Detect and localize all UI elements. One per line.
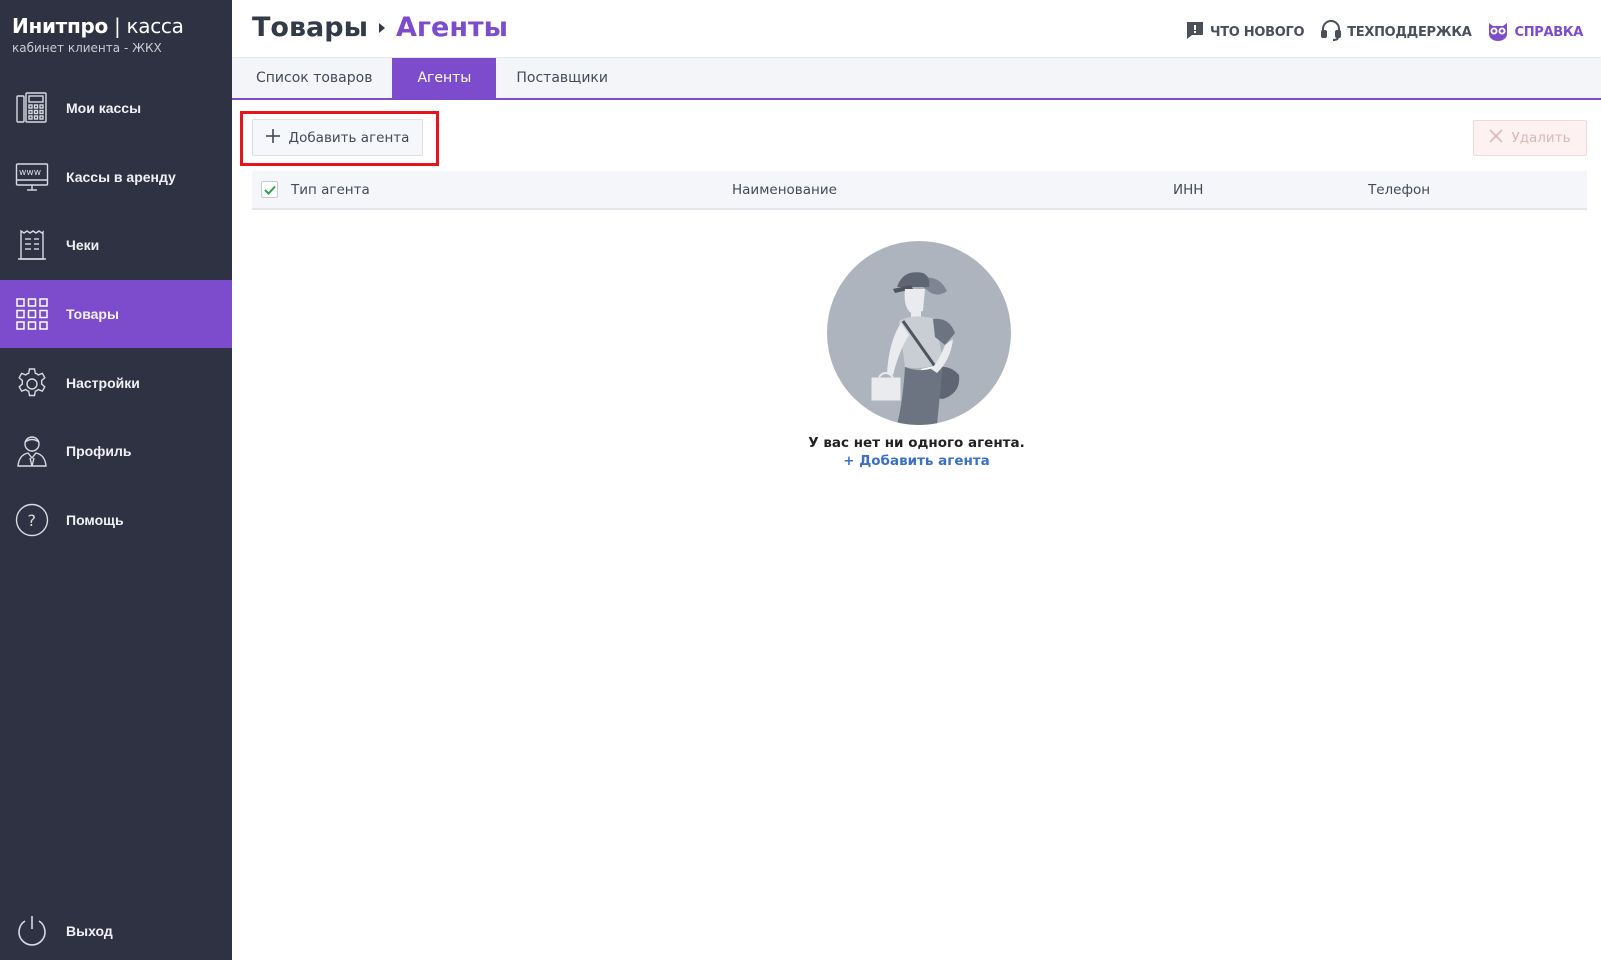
column-name[interactable]: Наименование <box>732 182 837 198</box>
owl-icon <box>1487 19 1509 45</box>
tabs-bar: Список товаров Агенты Поставщики <box>232 58 1601 100</box>
sidebar-item-rental-registers[interactable]: www Кассы в аренду <box>0 143 232 212</box>
breadcrumb-root[interactable]: Товары <box>252 12 368 43</box>
logout-label: Выход <box>66 923 113 939</box>
svg-text:www: www <box>19 168 41 178</box>
delete-button[interactable]: Удалить <box>1473 120 1587 156</box>
support-link[interactable]: ТЕХПОДДЕРЖКА <box>1320 19 1472 45</box>
sidebar: Инитпро | касса кабинет клиента - ЖКХ Мо… <box>0 0 232 960</box>
sidebar-item-label: Мои кассы <box>66 100 142 117</box>
sidebar-item-settings[interactable]: Настройки <box>0 348 232 417</box>
column-agent-type[interactable]: Тип агента <box>291 182 370 198</box>
brand-subtitle: кабинет клиента - ЖКХ <box>12 41 162 55</box>
sidebar-item-label: Помощь <box>66 511 124 528</box>
delete-label: Удалить <box>1511 130 1571 146</box>
brand-product: касса <box>126 14 184 38</box>
svg-text:?: ? <box>28 511 37 530</box>
brand: Инитпро | касса кабинет клиента - ЖКХ <box>0 0 232 74</box>
breadcrumb-current: Агенты <box>396 12 509 43</box>
sidebar-item-my-registers[interactable]: Мои кассы <box>0 74 232 143</box>
logout-button[interactable]: Выход <box>0 902 232 960</box>
grid-icon <box>14 296 50 332</box>
sidebar-item-label: Кассы в аренду <box>66 168 176 185</box>
breadcrumb: Товары Агенты <box>252 12 508 43</box>
header-links: ЧТО НОВОГО ТЕХПОДДЕРЖКА СПРАВКА <box>1185 19 1583 45</box>
sidebar-nav: Мои кассы www Кассы в аренду Чеки Товары… <box>0 74 232 554</box>
help-icon: ? <box>14 502 50 538</box>
sidebar-item-label: Профиль <box>66 443 132 460</box>
sidebar-item-label: Чеки <box>66 237 100 254</box>
sidebar-item-label: Товары <box>66 306 119 323</box>
add-agent-label: Добавить агента <box>288 129 410 146</box>
tab-agents[interactable]: Агенты <box>392 58 497 98</box>
tab-suppliers[interactable]: Поставщики <box>496 58 628 98</box>
courier-illustration <box>826 241 1011 425</box>
close-icon <box>1489 129 1504 147</box>
brand-title: Инитпро | касса <box>12 14 220 38</box>
empty-state-add-link[interactable]: + Добавить агента <box>843 453 990 469</box>
cash-register-icon <box>14 90 50 126</box>
headset-icon <box>1320 19 1342 45</box>
tab-goods-list[interactable]: Список товаров <box>236 58 392 98</box>
sidebar-item-receipts[interactable]: Чеки <box>0 211 232 280</box>
user-icon <box>14 433 50 469</box>
column-inn[interactable]: ИНН <box>1173 182 1203 198</box>
news-icon <box>1185 20 1205 44</box>
sidebar-item-label: Настройки <box>66 374 140 391</box>
power-icon <box>14 913 50 949</box>
chevron-right-icon <box>378 22 386 33</box>
plus-icon <box>265 128 280 147</box>
whats-new-link[interactable]: ЧТО НОВОГО <box>1185 20 1305 44</box>
add-agent-button[interactable]: Добавить агента <box>252 119 423 156</box>
column-phone[interactable]: Телефон <box>1368 182 1430 198</box>
sidebar-item-help[interactable]: ? Помощь <box>0 486 232 555</box>
www-monitor-icon: www <box>14 159 50 195</box>
brand-separator: | <box>107 14 127 38</box>
help-reference-label: СПРАВКА <box>1514 24 1583 40</box>
table-header: Тип агента Наименование ИНН Телефон <box>252 171 1587 210</box>
empty-state-message: У вас нет ни одного агента. <box>808 435 1025 451</box>
receipt-icon <box>14 227 50 263</box>
gear-icon <box>14 365 50 401</box>
checkmark-icon <box>263 185 276 195</box>
support-label: ТЕХПОДДЕРЖКА <box>1347 24 1472 40</box>
help-reference-link[interactable]: СПРАВКА <box>1487 19 1583 45</box>
whats-new-label: ЧТО НОВОГО <box>1210 24 1305 40</box>
sidebar-item-profile[interactable]: Профиль <box>0 417 232 486</box>
brand-name: Инитпро <box>12 14 108 38</box>
sidebar-item-goods[interactable]: Товары <box>0 279 232 349</box>
select-all-checkbox[interactable] <box>261 181 278 198</box>
empty-state: У вас нет ни одного агента. + Добавить а… <box>232 241 1601 470</box>
main-content: Добавить агента Удалить Тип агента Наиме… <box>232 100 1601 960</box>
top-header: Товары Агенты ЧТО НОВОГО ТЕХПОДДЕРЖКА СП… <box>232 0 1601 58</box>
